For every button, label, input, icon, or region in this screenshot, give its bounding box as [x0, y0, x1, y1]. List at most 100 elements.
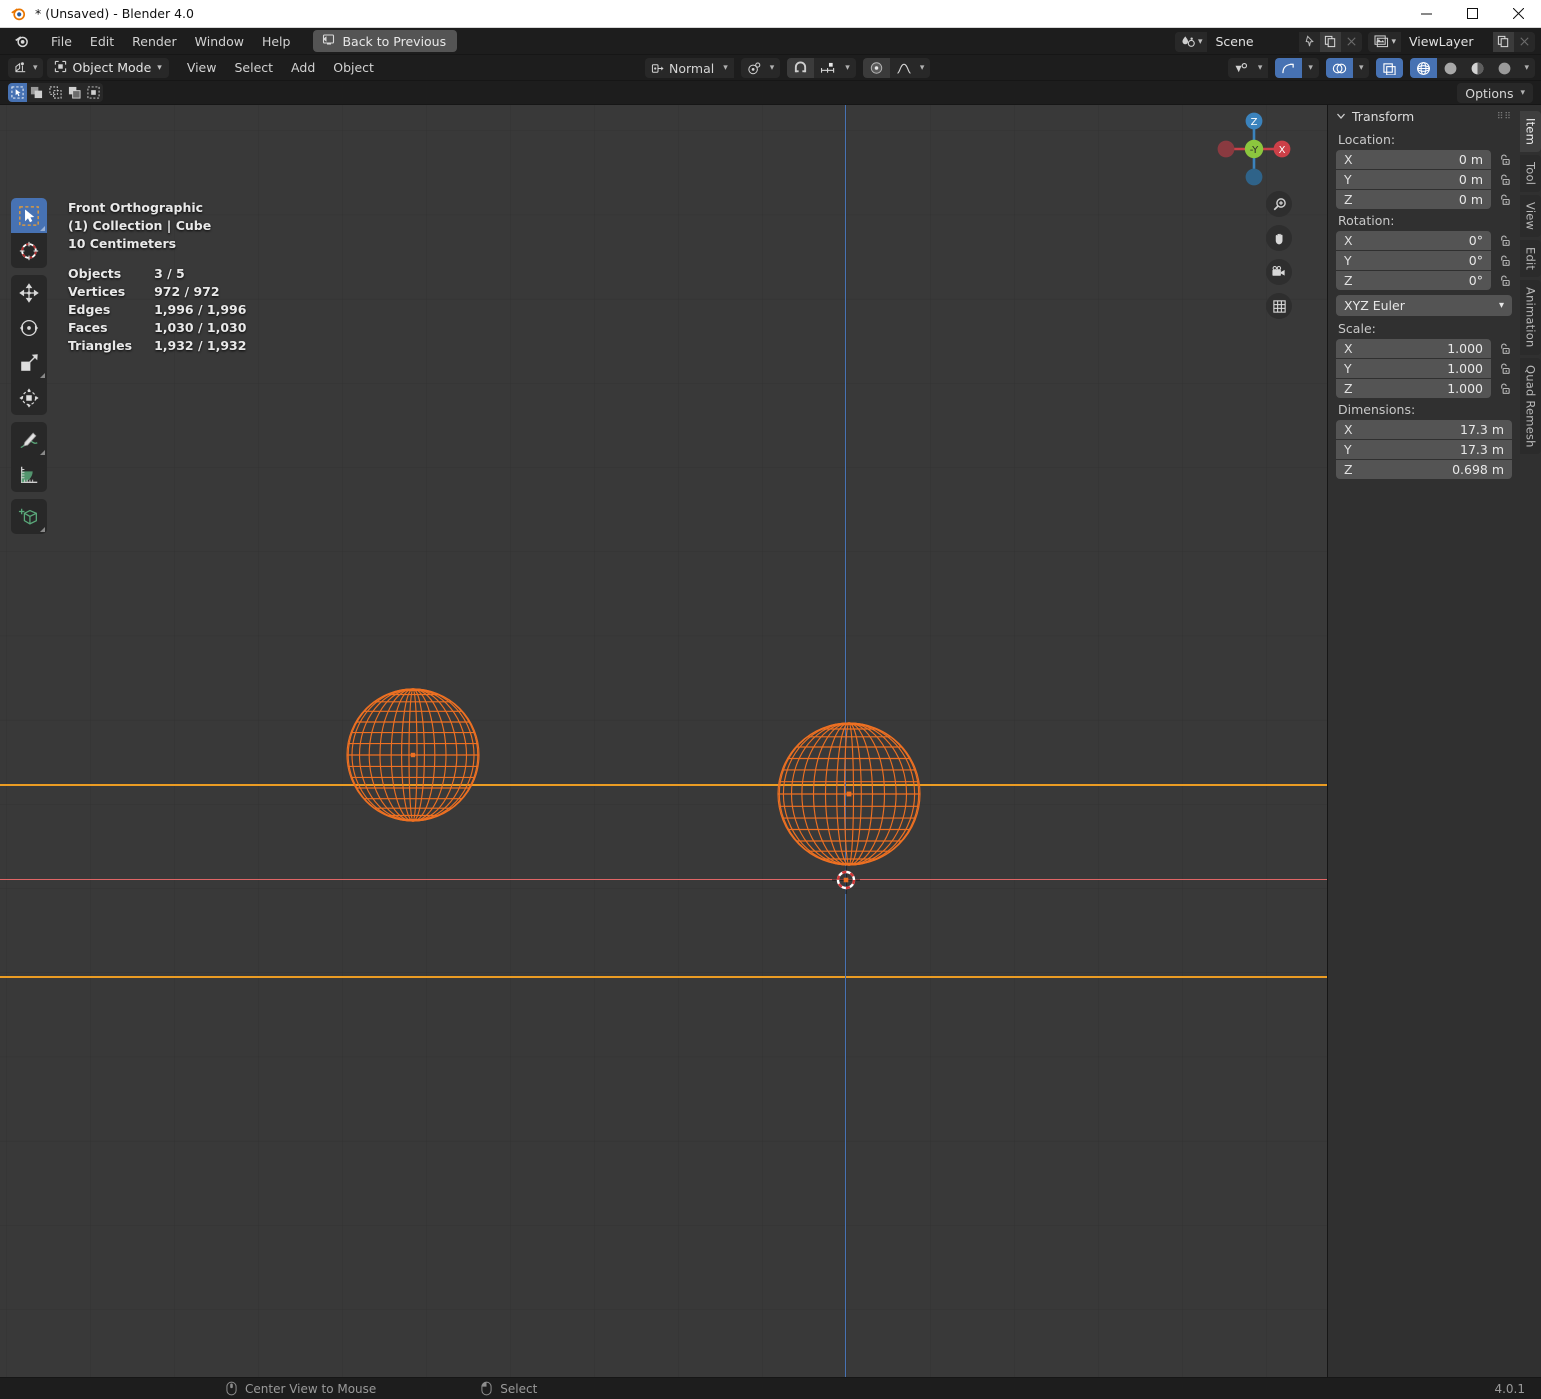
- select-invert-icon[interactable]: [65, 83, 84, 102]
- overlays-dropdown[interactable]: ▾: [1352, 58, 1370, 78]
- overlays-icon[interactable]: [1325, 58, 1353, 78]
- new-scene-icon[interactable]: [1320, 31, 1342, 52]
- close-icon[interactable]: [1495, 0, 1541, 28]
- menu-render[interactable]: Render: [123, 31, 186, 52]
- scene-name[interactable]: Scene: [1207, 31, 1300, 52]
- unlocked-icon[interactable]: [1497, 341, 1512, 356]
- viewlayer-icon[interactable]: ▾: [1368, 31, 1401, 52]
- vp-menu-select[interactable]: Select: [225, 57, 282, 78]
- pivot-point-dropdown[interactable]: ▾: [740, 58, 781, 78]
- shading-rendered-icon[interactable]: [1491, 58, 1519, 78]
- add-cube-tool[interactable]: [11, 499, 47, 534]
- rotation-z-field[interactable]: Z 0°: [1336, 271, 1491, 290]
- unlocked-icon[interactable]: [1497, 253, 1512, 268]
- unlocked-icon[interactable]: [1497, 381, 1512, 396]
- camera-icon[interactable]: [1266, 259, 1292, 285]
- axis-label: Y: [1344, 361, 1352, 376]
- sidebar-tab-quad-remesh[interactable]: Quad Remesh: [1520, 357, 1541, 455]
- location-y-field[interactable]: Y 0 m: [1336, 170, 1491, 189]
- unlocked-icon[interactable]: [1497, 273, 1512, 288]
- snap-increment-dropdown[interactable]: ▾: [814, 58, 856, 78]
- shading-material-preview-icon[interactable]: [1464, 58, 1492, 78]
- pan-hand-icon[interactable]: [1266, 225, 1292, 251]
- chevron-down-icon[interactable]: [1336, 109, 1346, 124]
- vp-menu-view[interactable]: View: [178, 57, 226, 78]
- select-subtract-icon[interactable]: [46, 83, 65, 102]
- maximize-icon[interactable]: [1449, 0, 1495, 28]
- location-z-field[interactable]: Z 0 m: [1336, 190, 1491, 209]
- scale-tool[interactable]: [11, 345, 47, 380]
- proportional-edit-icon[interactable]: [862, 58, 890, 78]
- sidebar-tab-tool[interactable]: Tool: [1520, 154, 1541, 193]
- select-intersect-icon[interactable]: [84, 83, 103, 102]
- gizmo-dropdown[interactable]: ▾: [1302, 58, 1319, 78]
- vp-menu-add[interactable]: Add: [282, 57, 324, 78]
- rotation-mode-dropdown[interactable]: XYZ Euler ▾: [1336, 295, 1512, 316]
- back-to-previous-button[interactable]: Back to Previous: [313, 30, 458, 52]
- unlocked-icon[interactable]: [1497, 361, 1512, 376]
- dimensions-x-field[interactable]: X 17.3 m: [1336, 420, 1512, 439]
- 3d-viewport[interactable]: Front Orthographic (1) Collection | Cube…: [0, 105, 1520, 1377]
- select-extend-icon[interactable]: [27, 83, 46, 102]
- select-box-icon[interactable]: [8, 83, 27, 102]
- cursor-tool[interactable]: [11, 233, 47, 268]
- unlocked-icon[interactable]: [1497, 192, 1512, 207]
- unlocked-icon[interactable]: [1497, 233, 1512, 248]
- gizmo-icon[interactable]: [1275, 58, 1303, 78]
- annotate-tool[interactable]: [11, 422, 47, 457]
- sidebar-tab-edit[interactable]: Edit: [1520, 240, 1541, 278]
- pin-icon[interactable]: [1299, 31, 1321, 52]
- mode-selector[interactable]: Object Mode ▾: [46, 57, 169, 78]
- navigation-gizmo[interactable]: Z X -Y: [1212, 107, 1296, 191]
- shading-dropdown[interactable]: ▾: [1518, 58, 1535, 78]
- sidebar-tab-animation[interactable]: Animation: [1520, 280, 1541, 355]
- rotation-x-field[interactable]: X 0°: [1336, 231, 1491, 250]
- transform-orientation-dropdown[interactable]: Normal ▾: [645, 58, 734, 78]
- remove-viewlayer-icon[interactable]: [1514, 31, 1535, 52]
- grip-dots-icon[interactable]: ⠿⠿: [1497, 112, 1512, 122]
- visibility-icon[interactable]: ▾: [1227, 58, 1269, 78]
- new-viewlayer-icon[interactable]: [1493, 31, 1514, 52]
- sphere-object-left[interactable]: [345, 683, 481, 827]
- unlocked-icon[interactable]: [1497, 172, 1512, 187]
- magnet-icon[interactable]: [787, 58, 815, 78]
- options-button[interactable]: Options ▾: [1457, 83, 1533, 103]
- grid-ortho-icon[interactable]: [1266, 293, 1292, 319]
- menu-window[interactable]: Window: [186, 31, 253, 52]
- rotate-tool[interactable]: [11, 310, 47, 345]
- xray-icon[interactable]: [1376, 58, 1404, 78]
- dimensions-z-field[interactable]: Z 0.698 m: [1336, 460, 1512, 479]
- vp-menu-object[interactable]: Object: [324, 57, 383, 78]
- scale-y-field[interactable]: Y 1.000: [1336, 359, 1491, 378]
- shading-wireframe-icon[interactable]: [1410, 58, 1438, 78]
- transform-panel-header[interactable]: Transform ⠿⠿: [1328, 105, 1520, 128]
- viewlayer-name[interactable]: ViewLayer: [1401, 31, 1493, 52]
- unlocked-icon[interactable]: [1497, 152, 1512, 167]
- sidebar-tab-item[interactable]: Item: [1520, 111, 1541, 152]
- menu-edit[interactable]: Edit: [81, 31, 123, 52]
- scale-x-field[interactable]: X 1.000: [1336, 339, 1491, 358]
- shading-solid-icon[interactable]: [1437, 58, 1465, 78]
- sidebar-tab-view[interactable]: View: [1520, 195, 1541, 238]
- location-x-field[interactable]: X 0 m: [1336, 150, 1491, 169]
- scene-icon[interactable]: ▾: [1174, 31, 1208, 52]
- blender-logo-icon[interactable]: [14, 34, 29, 49]
- sphere-object-right[interactable]: [775, 717, 923, 871]
- zoom-icon[interactable]: [1266, 191, 1292, 217]
- measure-tool[interactable]: [11, 457, 47, 492]
- minimize-icon[interactable]: [1403, 0, 1449, 28]
- tweak-select-box-tool[interactable]: [11, 198, 47, 233]
- rotation-y-field[interactable]: Y 0°: [1336, 251, 1491, 270]
- viewlayer-selector[interactable]: ▾ ViewLayer: [1368, 31, 1535, 52]
- mouse-middle-icon: [226, 1381, 237, 1396]
- remove-scene-icon[interactable]: [1341, 31, 1363, 52]
- move-tool[interactable]: [11, 275, 47, 310]
- dimensions-y-field[interactable]: Y 17.3 m: [1336, 440, 1512, 459]
- menu-help[interactable]: Help: [253, 31, 300, 52]
- editor-type-icon[interactable]: ▾: [8, 57, 43, 78]
- proportional-falloff-dropdown[interactable]: ▾: [889, 58, 931, 78]
- menu-file[interactable]: File: [42, 31, 81, 52]
- scene-selector[interactable]: ▾ Scene: [1174, 31, 1363, 52]
- scale-z-field[interactable]: Z 1.000: [1336, 379, 1491, 398]
- transform-tool[interactable]: [11, 380, 47, 415]
